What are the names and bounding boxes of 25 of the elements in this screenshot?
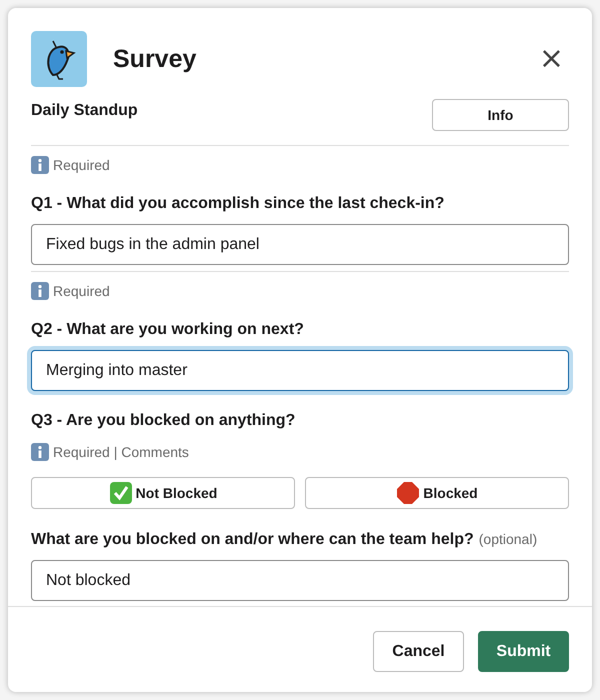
submit-button[interactable]: Submit [478,631,569,672]
hint-text: Required | Comments [53,444,189,460]
question-label: Q1 - What did you accomplish since the last check-in? [31,195,444,212]
answer-field[interactable]: Fixed bugs in the admin panel [31,224,569,265]
info-button[interactable]: Info [432,99,569,131]
info-icon [31,156,49,174]
cancel-button[interactable]: Cancel [373,631,464,672]
survey-name: Daily Standup [31,102,138,120]
stop-sign-icon [396,481,420,505]
bird-icon [31,31,87,87]
answer-field[interactable]: Merging into master [31,350,569,391]
info-icon [31,443,49,461]
check-icon [108,481,133,505]
choice-button[interactable]: Not Blocked [31,477,295,509]
question-label: Q2 - What are you working on next? [31,321,304,338]
answer-field[interactable]: Not blocked [31,560,569,601]
info-icon [31,282,49,300]
hint-text: Required [53,157,110,173]
choice-button[interactable]: Blocked [305,477,569,509]
close-button[interactable]: × [534,44,568,74]
question-label: Q3 - Are you blocked on anything? [31,412,296,429]
hint-text: Required [53,283,110,299]
question-label: What are you blocked on and/or where can the team help? [31,531,474,548]
optional-note: (optional) [478,531,538,547]
dialog-title: Survey [113,44,198,74]
